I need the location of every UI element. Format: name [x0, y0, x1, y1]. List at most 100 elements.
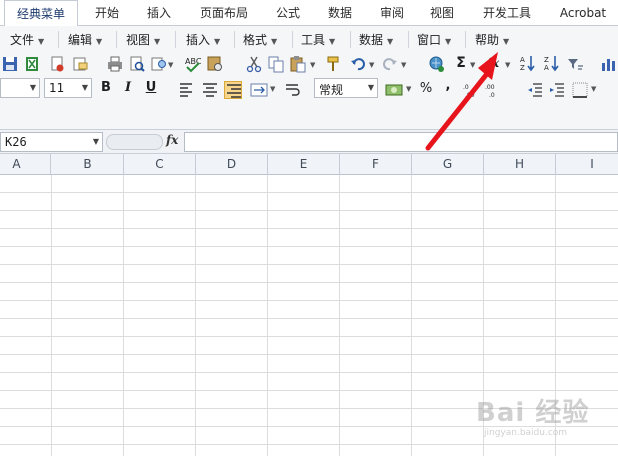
menu-divider — [234, 31, 235, 48]
tab-developer[interactable]: 开发工具 — [472, 0, 542, 26]
percent-button[interactable]: % — [418, 81, 434, 96]
column-header-f[interactable]: F — [340, 154, 412, 175]
chevron-down-icon[interactable]: ▼ — [470, 61, 475, 69]
autosum-icon[interactable]: Σ — [453, 55, 469, 71]
chevron-down-icon[interactable]: ▼ — [310, 61, 315, 69]
chevron-down-icon[interactable]: ▼ — [591, 85, 596, 93]
bold-button[interactable]: B — [98, 80, 114, 95]
menu-window[interactable]: 窗口 ▼ — [417, 31, 451, 49]
undo-icon[interactable] — [349, 55, 367, 73]
decrease-decimal-icon[interactable]: .00.0 — [484, 81, 502, 99]
align-right-icon[interactable] — [224, 81, 242, 99]
tab-home[interactable]: 开始 — [84, 0, 130, 26]
font-name-select[interactable]: ▼ — [0, 78, 40, 98]
chart-icon[interactable] — [600, 55, 618, 73]
increase-decimal-icon[interactable]: .0.00 — [462, 81, 480, 99]
comma-button[interactable]: , — [440, 78, 456, 93]
filter-icon[interactable] — [566, 55, 584, 73]
chevron-down-icon[interactable]: ▼ — [369, 61, 374, 69]
menu-insert-label: 插入 — [186, 33, 211, 47]
insert-function-icon[interactable]: fx — [166, 133, 178, 147]
chevron-down-icon[interactable]: ▼ — [406, 85, 411, 93]
chevron-down-icon: ▼ — [38, 37, 45, 46]
increase-indent-icon[interactable] — [548, 81, 566, 99]
grid-row-line — [0, 336, 618, 337]
borders-icon[interactable] — [571, 81, 589, 99]
column-header-i[interactable]: I — [556, 154, 618, 175]
print-icon[interactable] — [106, 55, 124, 73]
decrease-indent-icon[interactable] — [526, 81, 544, 99]
merge-center-icon[interactable] — [250, 81, 268, 99]
copy-icon[interactable] — [267, 55, 285, 73]
column-header-a[interactable]: A — [0, 154, 51, 175]
formula-input[interactable] — [184, 132, 618, 152]
hyperlink-icon[interactable] — [428, 55, 446, 73]
column-header-h[interactable]: H — [484, 154, 556, 175]
tab-acrobat[interactable]: Acrobat — [552, 0, 614, 26]
name-box-value: K26 — [5, 135, 27, 149]
menu-tools[interactable]: 工具 ▼ — [301, 31, 335, 49]
menu-insert[interactable]: 插入 ▼ — [186, 31, 220, 49]
tab-data[interactable]: 数据 — [318, 0, 362, 26]
chevron-down-icon[interactable]: ▼ — [270, 85, 275, 93]
sort-descending-icon[interactable]: ZA — [543, 54, 561, 72]
grid-row-line — [0, 354, 618, 355]
chevron-down-icon[interactable]: ▼ — [401, 61, 406, 69]
grid-row-line — [0, 372, 618, 373]
email-icon[interactable] — [71, 55, 89, 73]
cut-icon[interactable] — [245, 55, 263, 73]
italic-button[interactable]: I — [120, 80, 136, 95]
research-icon[interactable] — [206, 55, 224, 73]
print-preview-icon[interactable] — [128, 55, 146, 73]
paste-icon[interactable] — [289, 55, 307, 73]
tab-classic-menu[interactable]: 经典菜单 — [4, 0, 78, 27]
wrap-text-icon[interactable] — [284, 81, 302, 99]
chevron-down-icon: ▼ — [387, 37, 394, 46]
align-left-icon[interactable] — [178, 81, 196, 99]
chevron-down-icon[interactable]: ▼ — [168, 61, 173, 69]
format-painter-icon[interactable] — [324, 55, 342, 73]
menu-help[interactable]: 帮助 ▼ — [475, 31, 509, 49]
menu-data-label: 数据 — [359, 33, 384, 47]
tab-review[interactable]: 审阅 — [370, 0, 414, 26]
permission-icon[interactable] — [48, 55, 66, 73]
baidu-watermark: Bai 经验 jingyan.baidu.com — [476, 392, 616, 452]
menu-edit[interactable]: 编辑 ▼ — [68, 31, 102, 49]
column-header-b[interactable]: B — [52, 154, 124, 175]
currency-icon[interactable] — [385, 81, 403, 99]
name-box[interactable]: K26 ▼ — [0, 132, 103, 152]
tab-page-layout[interactable]: 页面布局 — [190, 0, 258, 26]
column-header-d[interactable]: D — [196, 154, 268, 175]
tab-view[interactable]: 视图 — [420, 0, 464, 26]
column-header-g[interactable]: G — [412, 154, 484, 175]
column-header-e[interactable]: E — [268, 154, 340, 175]
number-format-select[interactable]: 常规 ▼ — [314, 78, 378, 98]
grid-row-line — [0, 390, 618, 391]
menu-divider — [408, 31, 409, 48]
watermark-url: jingyan.baidu.com — [484, 428, 568, 438]
chevron-down-icon: ▼ — [96, 37, 103, 46]
chevron-down-icon[interactable]: ▼ — [505, 61, 510, 69]
spell-check-icon[interactable]: ABC — [184, 55, 202, 73]
menu-view-label: 视图 — [126, 33, 151, 47]
research-icon[interactable] — [150, 55, 168, 73]
tab-insert[interactable]: 插入 — [136, 0, 182, 26]
save-icon[interactable] — [1, 55, 19, 73]
column-header-c[interactable]: C — [124, 154, 196, 175]
ribbon-tabs: 经典菜单 开始 插入 页面布局 公式 数据 审阅 视图 开发工具 Acrobat — [0, 0, 618, 27]
menu-file[interactable]: 文件 ▼ — [10, 31, 44, 49]
font-size-select[interactable]: 11 ▼ — [44, 78, 92, 98]
sort-ascending-icon[interactable]: AZ — [519, 54, 537, 72]
grid-column-line — [51, 175, 52, 456]
excel-icon[interactable] — [23, 55, 41, 73]
tab-formulas[interactable]: 公式 — [266, 0, 310, 26]
menu-format[interactable]: 格式 ▼ — [243, 31, 277, 49]
menu-view[interactable]: 视图 ▼ — [126, 31, 160, 49]
menu-data[interactable]: 数据 ▼ — [359, 31, 393, 49]
svg-text:.00: .00 — [485, 84, 495, 91]
menu-divider — [58, 31, 59, 48]
redo-icon[interactable] — [381, 55, 399, 73]
underline-button[interactable]: U — [143, 80, 159, 95]
align-center-icon[interactable] — [201, 81, 219, 99]
insert-function-icon[interactable]: fx — [485, 56, 501, 70]
